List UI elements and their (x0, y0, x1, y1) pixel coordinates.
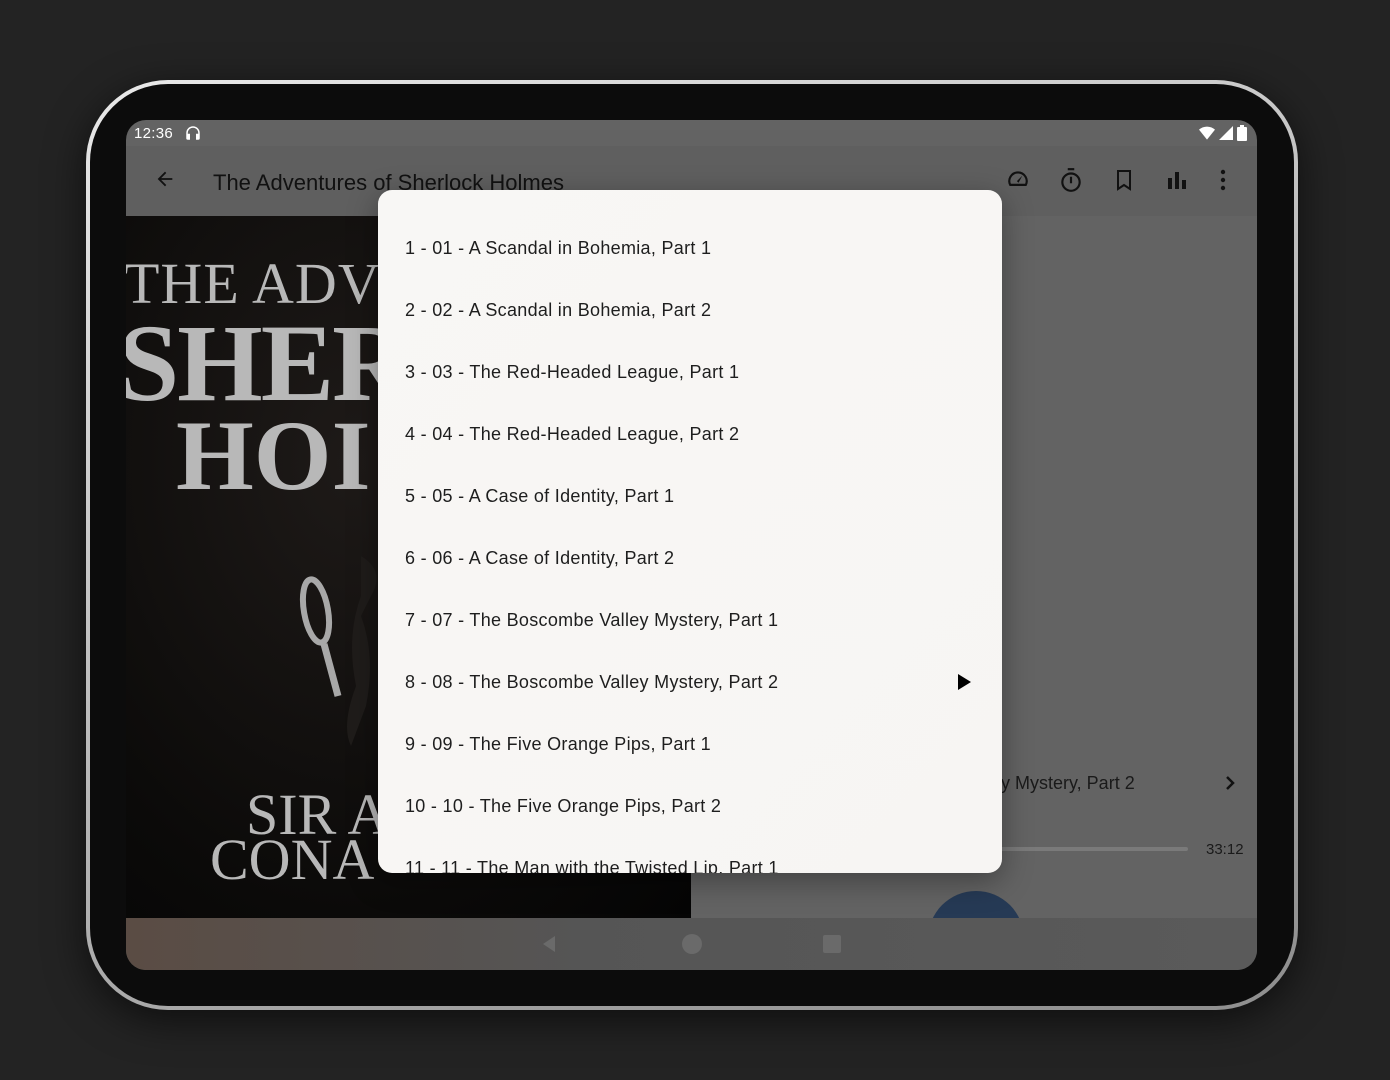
back-button[interactable] (150, 166, 180, 196)
chapter-item[interactable]: 3 - 03 - The Red-Headed League, Part 1 (378, 341, 1002, 403)
chapter-title: 9 - 09 - The Five Orange Pips, Part 1 (405, 733, 711, 754)
status-time: 12:36 (134, 125, 174, 142)
chapter-item-current[interactable]: 8 - 08 - The Boscombe Valley Mystery, Pa… (378, 651, 1002, 713)
chapter-title: 5 - 05 - A Case of Identity, Part 1 (405, 485, 675, 506)
seek-bar[interactable] (991, 847, 1188, 851)
nav-recents-icon[interactable] (823, 935, 841, 953)
chapter-title: 2 - 02 - A Scandal in Bohemia, Part 2 (405, 299, 712, 320)
bookmark-icon (1112, 167, 1136, 198)
chapter-item[interactable]: 1 - 01 - A Scandal in Bohemia, Part 1 (378, 217, 1002, 279)
chapter-list: 1 - 01 - A Scandal in Bohemia, Part 1 2 … (378, 217, 1002, 873)
system-nav-bar (126, 918, 1257, 970)
chapter-item[interactable]: 9 - 09 - The Five Orange Pips, Part 1 (378, 713, 1002, 775)
chapters-dialog: 1 - 01 - A Scandal in Bohemia, Part 1 2 … (378, 190, 1002, 873)
chevron-right-icon[interactable] (1218, 771, 1242, 795)
equalizer-icon (1165, 168, 1189, 197)
nav-back-icon[interactable] (539, 934, 559, 954)
wifi-icon (1199, 126, 1215, 144)
cover-text-line: CONA (210, 827, 375, 892)
playback-speed-icon (1005, 167, 1031, 198)
more-options-button[interactable] (1208, 167, 1238, 197)
current-chapter-label[interactable]: ey Mystery, Part 2 (991, 773, 1135, 794)
chapter-title: 7 - 07 - The Boscombe Valley Mystery, Pa… (405, 609, 779, 630)
chapter-item[interactable]: 10 - 10 - The Five Orange Pips, Part 2 (378, 775, 1002, 837)
chapter-title: 11 - 11 - The Man with the Twisted Lip, … (405, 857, 779, 874)
cover-text-line: HOI (176, 400, 371, 511)
playback-speed-button[interactable] (1003, 167, 1033, 197)
total-time: 33:12 (1206, 841, 1244, 858)
signal-icon (1219, 126, 1233, 144)
chapter-item[interactable]: 4 - 04 - The Red-Headed League, Part 2 (378, 403, 1002, 465)
chapter-item[interactable]: 7 - 07 - The Boscombe Valley Mystery, Pa… (378, 589, 1002, 651)
headphones-icon (184, 124, 202, 142)
more-options-icon (1219, 168, 1227, 197)
status-icons (1199, 125, 1247, 145)
chapter-title: 1 - 01 - A Scandal in Bohemia, Part 1 (405, 237, 712, 258)
chapter-item[interactable]: 6 - 06 - A Case of Identity, Part 2 (378, 527, 1002, 589)
chapter-item[interactable]: 2 - 02 - A Scandal in Bohemia, Part 2 (378, 279, 1002, 341)
chapter-title: 4 - 04 - The Red-Headed League, Part 2 (405, 423, 740, 444)
nav-home-icon[interactable] (682, 934, 702, 954)
chapter-title: 8 - 08 - The Boscombe Valley Mystery, Pa… (405, 671, 779, 692)
status-bar: 12:36 (126, 120, 1257, 146)
sleep-timer-icon (1058, 167, 1084, 198)
chapter-item[interactable]: 5 - 05 - A Case of Identity, Part 1 (378, 465, 1002, 527)
chapter-title: 6 - 06 - A Case of Identity, Part 2 (405, 547, 675, 568)
sleep-timer-button[interactable] (1056, 167, 1086, 197)
equalizer-button[interactable] (1162, 167, 1192, 197)
bookmark-button[interactable] (1109, 167, 1139, 197)
now-playing-icon (956, 673, 972, 691)
battery-icon (1237, 125, 1247, 145)
arrow-back-icon (154, 168, 176, 195)
chapter-title: 10 - 10 - The Five Orange Pips, Part 2 (405, 795, 722, 816)
chapter-title: 3 - 03 - The Red-Headed League, Part 1 (405, 361, 740, 382)
chapter-item[interactable]: 11 - 11 - The Man with the Twisted Lip, … (378, 837, 1002, 874)
